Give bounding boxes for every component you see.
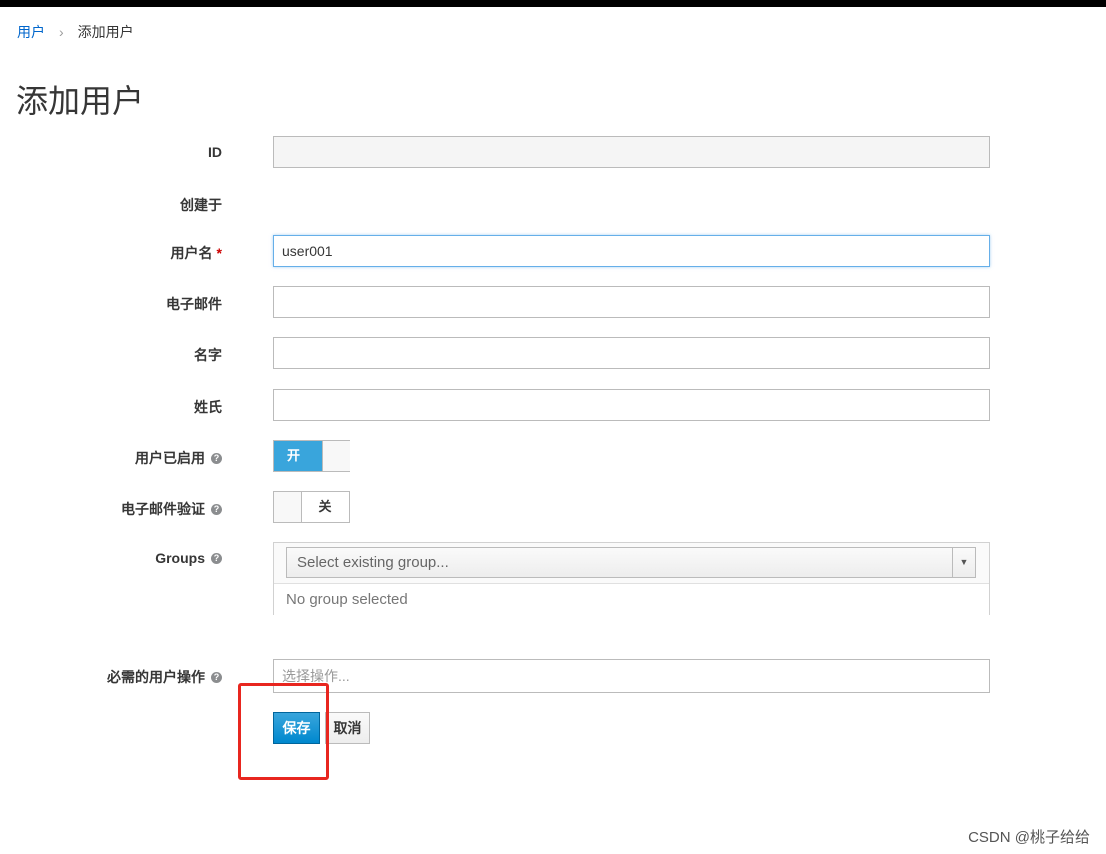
breadcrumb-current: 添加用户 — [77, 24, 134, 40]
username-input[interactable] — [273, 235, 990, 267]
user-enabled-label: 用户已启用? — [135, 448, 222, 468]
username-label: 用户名 * — [170, 245, 222, 261]
caret-down-icon[interactable]: ▼ — [952, 548, 975, 577]
first-name-label: 名字 — [194, 347, 222, 363]
toggle-knob — [322, 441, 350, 471]
email-label: 电子邮件 — [166, 296, 222, 312]
required-actions-label: 必需的用户操作? — [107, 667, 222, 687]
email-input[interactable] — [273, 286, 990, 318]
id-label: ID — [208, 144, 222, 160]
no-group-text: No group selected — [274, 583, 989, 615]
top-bar — [0, 0, 1106, 7]
question-circle-icon[interactable]: ? — [211, 671, 222, 683]
last-name-label: 姓氏 — [194, 399, 222, 415]
email-verified-label: 电子邮件验证? — [121, 499, 222, 519]
page-title: 添加用户 — [16, 83, 145, 119]
save-button[interactable]: 保存 — [273, 712, 320, 744]
toggle-knob — [274, 492, 302, 522]
user-enabled-toggle[interactable]: 开 — [273, 440, 350, 472]
groups-panel: Select existing group... ▼ No group sele… — [273, 542, 990, 615]
watermark: CSDN @桃子给给 — [968, 829, 1090, 846]
required-actions-input[interactable] — [273, 659, 990, 693]
last-name-input[interactable] — [273, 389, 990, 421]
group-select[interactable]: Select existing group... ▼ — [286, 547, 976, 578]
group-select-placeholder: Select existing group... — [297, 554, 449, 571]
breadcrumb-chevron-icon: › — [59, 24, 64, 40]
groups-label: Groups? — [155, 550, 222, 566]
created-label: 创建于 — [180, 197, 222, 213]
toggle-off-label: 关 — [318, 499, 332, 514]
email-verified-toggle[interactable]: 关 — [273, 491, 350, 523]
id-field — [273, 136, 990, 168]
breadcrumb-users-link[interactable]: 用户 — [17, 22, 45, 42]
toggle-on-label: 开 — [274, 441, 322, 471]
first-name-input[interactable] — [273, 337, 990, 369]
cancel-button[interactable]: 取消 — [325, 712, 370, 744]
question-circle-icon[interactable]: ? — [211, 452, 222, 464]
breadcrumb: 用户 › 添加用户 — [17, 22, 134, 42]
question-circle-icon[interactable]: ? — [211, 552, 222, 564]
required-mark: * — [216, 245, 222, 261]
question-circle-icon[interactable]: ? — [211, 503, 222, 515]
